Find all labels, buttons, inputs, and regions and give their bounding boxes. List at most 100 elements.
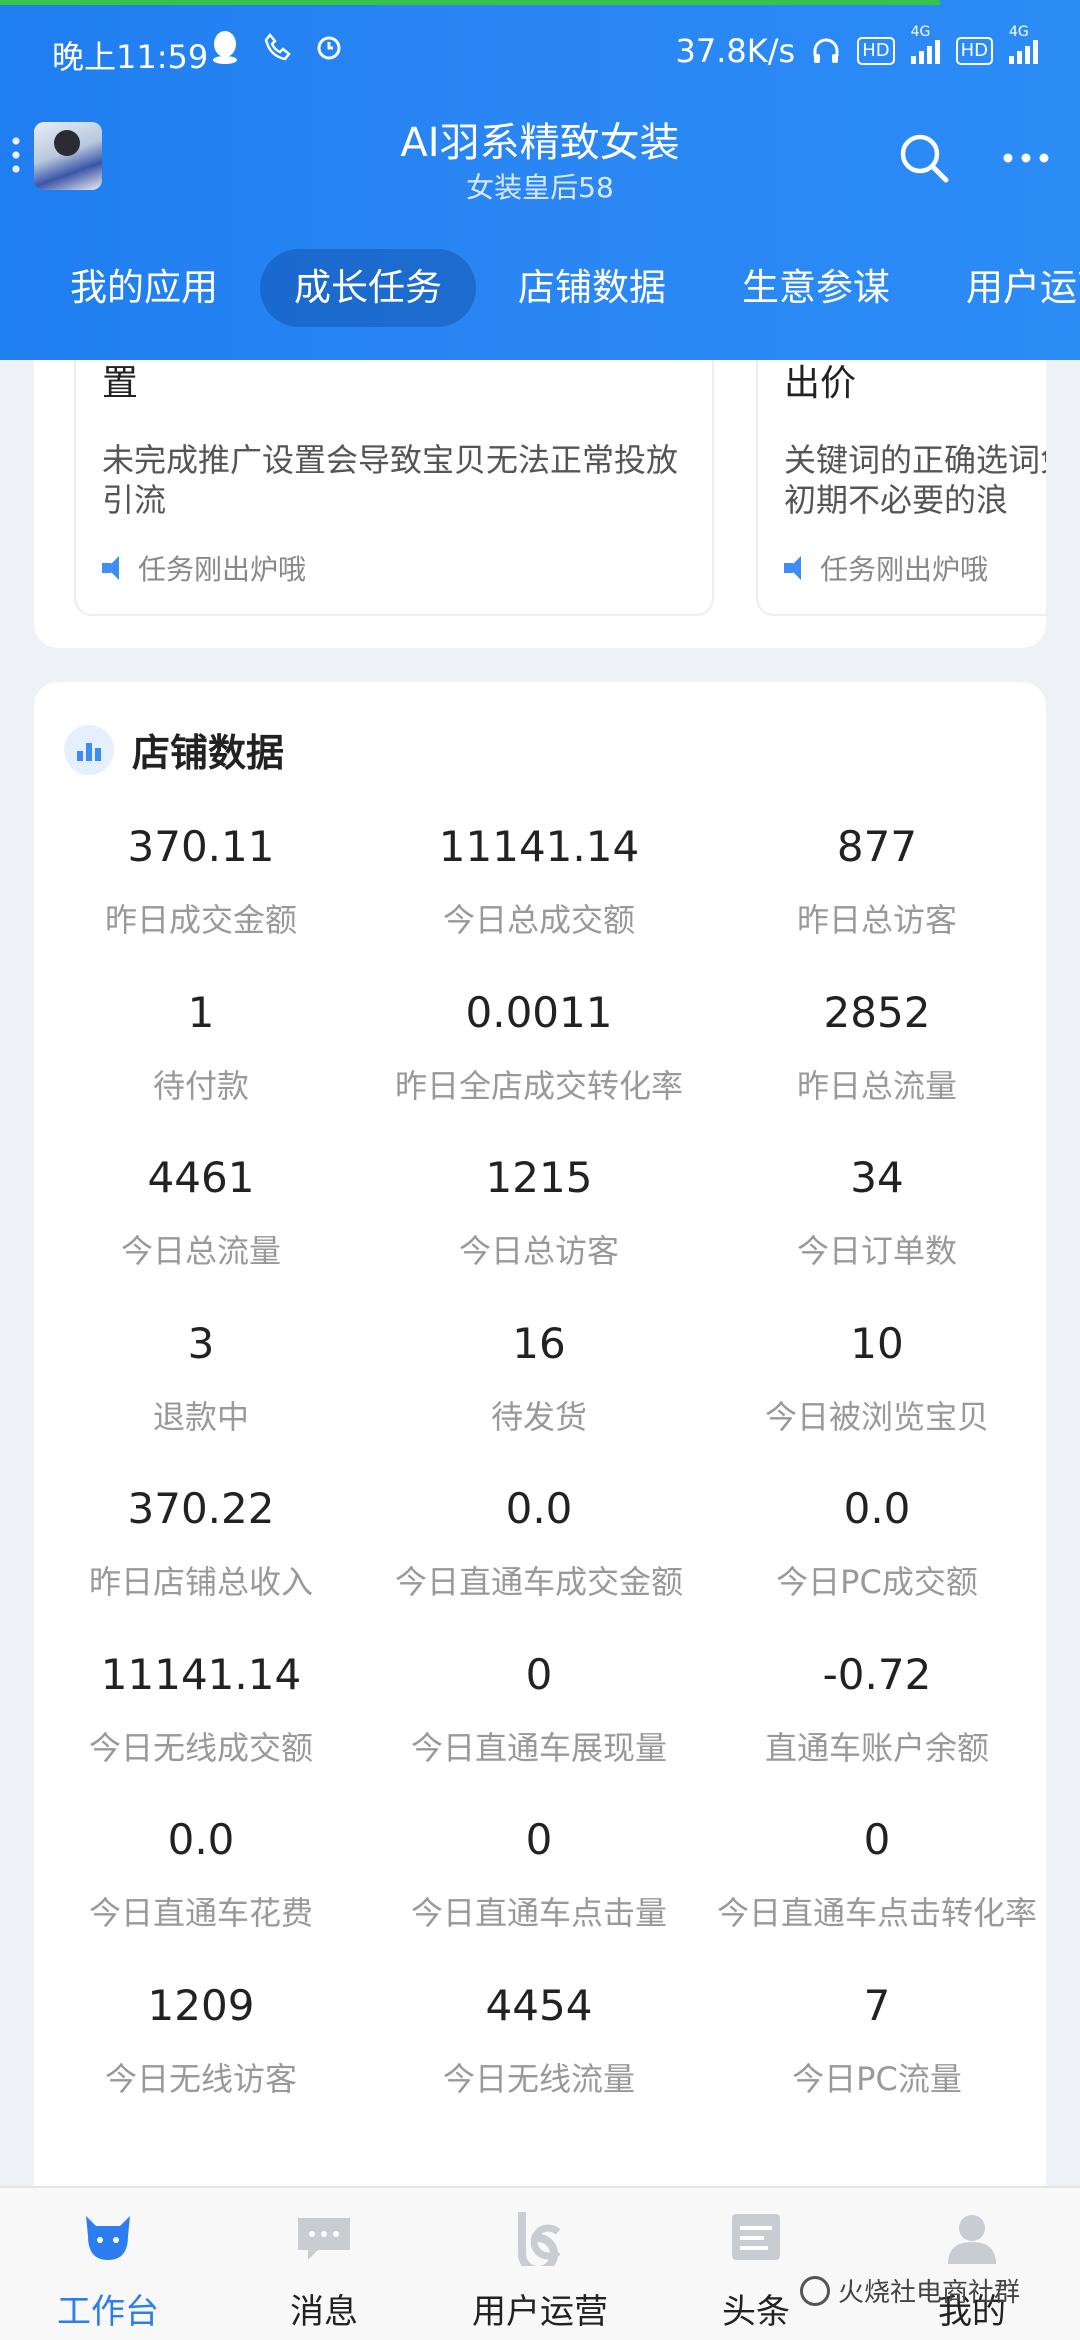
metric-cell[interactable]: -0.72 直通车账户余额: [708, 1650, 1046, 1768]
metric-cell[interactable]: 16 待发货: [370, 1319, 708, 1437]
metric-value: 3: [187, 1318, 215, 1368]
metric-cell[interactable]: 0 今日直通车展现量: [370, 1650, 708, 1768]
metric-label: 今日直通车花费: [88, 1894, 313, 1932]
metric-cell[interactable]: 0 今日直通车点击转化率: [708, 1815, 1046, 1933]
metric-cell[interactable]: 0.0011 昨日全店成交转化率: [370, 988, 708, 1106]
tab-bar: 我的应用 成长任务 店铺数据 生意参谋 用户运营: [0, 248, 1080, 328]
metric-value: 0: [863, 1815, 891, 1864]
metric-value: 0.0: [505, 1484, 573, 1533]
status-system-icons: 37.8K/s HD 4G HD 4G: [676, 24, 1038, 70]
metric-cell[interactable]: 3 退款中: [32, 1319, 370, 1437]
metric-cell[interactable]: 1 待付款: [32, 988, 370, 1106]
signal-icon: 4G: [910, 24, 940, 64]
metric-cell[interactable]: 10 今日被浏览宝贝: [708, 1319, 1046, 1437]
metric-cell[interactable]: 0 今日直通车点击量: [370, 1815, 708, 1933]
metric-cell[interactable]: 0.0 今日直通车花费: [32, 1815, 370, 1933]
metric-value: 4454: [485, 1980, 593, 2030]
hd-badge-2: HD: [955, 37, 993, 65]
speaker-icon: [784, 556, 810, 580]
bar-chart-icon: [64, 724, 114, 775]
task-hint-text: 任务刚出炉哦: [820, 553, 989, 586]
metric-label: 今日无线访客: [104, 2059, 297, 2098]
metric-label: 待付款: [152, 1066, 249, 1105]
metric-label: 今日直通车点击量: [410, 1894, 667, 1932]
person-icon: [948, 2215, 996, 2264]
task-title: 出价: [784, 360, 856, 408]
tab-business-advisor[interactable]: 生意参谋: [708, 249, 924, 327]
status-bar: 晚上11:59 37.8K/s HD 4G HD 4G: [0, 20, 1080, 84]
store-data-title: 店铺数据: [132, 731, 285, 775]
alarm-icon: [317, 36, 341, 60]
metric-value: 877: [836, 822, 918, 871]
metric-cell[interactable]: 4454 今日无线流量: [370, 1981, 708, 2099]
metric-cell[interactable]: 4461 今日总流量: [32, 1153, 370, 1271]
metric-cell[interactable]: 1209 今日无线访客: [32, 1981, 370, 2099]
metric-value: 1: [187, 987, 215, 1037]
status-notification-icons: [210, 30, 344, 64]
metric-cell[interactable]: 1215 今日总访客: [370, 1153, 708, 1271]
tab-growth-tasks[interactable]: 成长任务: [260, 249, 476, 327]
metric-label: 今日PC流量: [792, 2059, 962, 2098]
metric-cell[interactable]: 370.11 昨日成交金额: [32, 822, 370, 940]
network-type: 4G: [910, 24, 931, 40]
tab-my-apps[interactable]: 我的应用: [36, 249, 252, 327]
nav-messages[interactable]: 消息: [216, 2188, 432, 2340]
metric-cell[interactable]: 7 今日PC流量: [708, 1981, 1046, 2099]
more-icon[interactable]: [998, 140, 1054, 176]
nav-label: 消息: [290, 2292, 358, 2332]
network-type-2: 4G: [1009, 24, 1029, 40]
metric-cell[interactable]: 2852 昨日总流量: [708, 988, 1046, 1106]
task-hint: 任务刚出炉哦: [102, 548, 306, 588]
chat-bubble-icon: [298, 2218, 350, 2260]
metric-value: 0.0: [843, 1484, 911, 1533]
qq-icon: [213, 31, 237, 64]
metric-cell[interactable]: 11141.14 今日无线成交额: [32, 1650, 370, 1768]
metric-value: 34: [850, 1153, 904, 1202]
signal-icon-2: 4G: [1009, 24, 1038, 64]
task-title: 置: [102, 360, 138, 408]
tab-user-ops[interactable]: 用户运营: [932, 249, 1080, 327]
app-header: 晚上11:59 37.8K/s HD 4G HD 4G AI羽系精致女装 女装皇…: [0, 0, 1080, 360]
metric-cell[interactable]: 877 昨日总访客: [708, 822, 1046, 940]
metric-label: 直通车账户余额: [764, 1728, 989, 1767]
nav-workbench[interactable]: 工作台: [0, 2188, 216, 2340]
headphones-icon: [813, 38, 839, 63]
task-description: 关键词的正确选词免初期不必要的浪: [784, 441, 1046, 519]
nav-user-ops[interactable]: 用户运营: [432, 2188, 648, 2340]
metric-cell[interactable]: 0.0 今日直通车成交金额: [370, 1484, 708, 1602]
cow-icon: [86, 2216, 130, 2260]
metric-cell[interactable]: 34 今日订单数: [708, 1153, 1046, 1271]
hd-badge: HD: [857, 37, 895, 65]
nav-headlines[interactable]: 头条: [648, 2188, 864, 2340]
store-data-header: 店铺数据: [64, 722, 284, 777]
metric-label: 待发货: [490, 1397, 587, 1436]
nav-label: 用户运营: [472, 2292, 608, 2332]
search-icon[interactable]: [896, 130, 952, 186]
metric-label: 今日直通车展现量: [410, 1728, 667, 1767]
metric-label: 退款中: [152, 1397, 249, 1436]
store-data-card: 店铺数据 370.11 昨日成交金额 11141.14 今日总成交额 877 昨日总访客 1…: [34, 682, 1046, 2242]
user-ops-icon: [518, 2212, 561, 2266]
nav-label: 工作台: [57, 2292, 159, 2332]
metric-label: 今日总流量: [120, 1232, 281, 1270]
nav-mine[interactable]: 我的: [864, 2188, 1080, 2340]
tab-store-data[interactable]: 店铺数据: [484, 249, 700, 327]
metric-label: 今日直通车点击转化率: [716, 1894, 1037, 1932]
metric-label: 今日直通车成交金额: [394, 1563, 683, 1601]
task-description: 未完成推广设置会导致宝贝无法正常投放引流: [102, 441, 679, 519]
metric-label: 今日PC成交额: [776, 1563, 978, 1601]
progress-line: [0, 0, 940, 5]
metric-cell[interactable]: 0.0 今日PC成交额: [708, 1484, 1046, 1602]
task-hint: 任务刚出炉哦: [784, 548, 988, 588]
metric-value: 4461: [147, 1153, 255, 1202]
metric-value: 1209: [147, 1980, 255, 2030]
metric-label: 今日订单数: [796, 1232, 957, 1270]
metric-value: 10: [850, 1318, 904, 1368]
metric-value: 0.0011: [465, 987, 613, 1037]
metric-cell[interactable]: 11141.14 今日总成交额: [370, 822, 708, 940]
metric-cell[interactable]: 370.22 昨日店铺总收入: [32, 1484, 370, 1602]
metric-value: 0: [525, 1649, 553, 1699]
metric-value: 0: [525, 1815, 553, 1864]
metric-label: 今日无线流量: [442, 2059, 635, 2098]
metric-label: 今日被浏览宝贝: [764, 1397, 989, 1436]
